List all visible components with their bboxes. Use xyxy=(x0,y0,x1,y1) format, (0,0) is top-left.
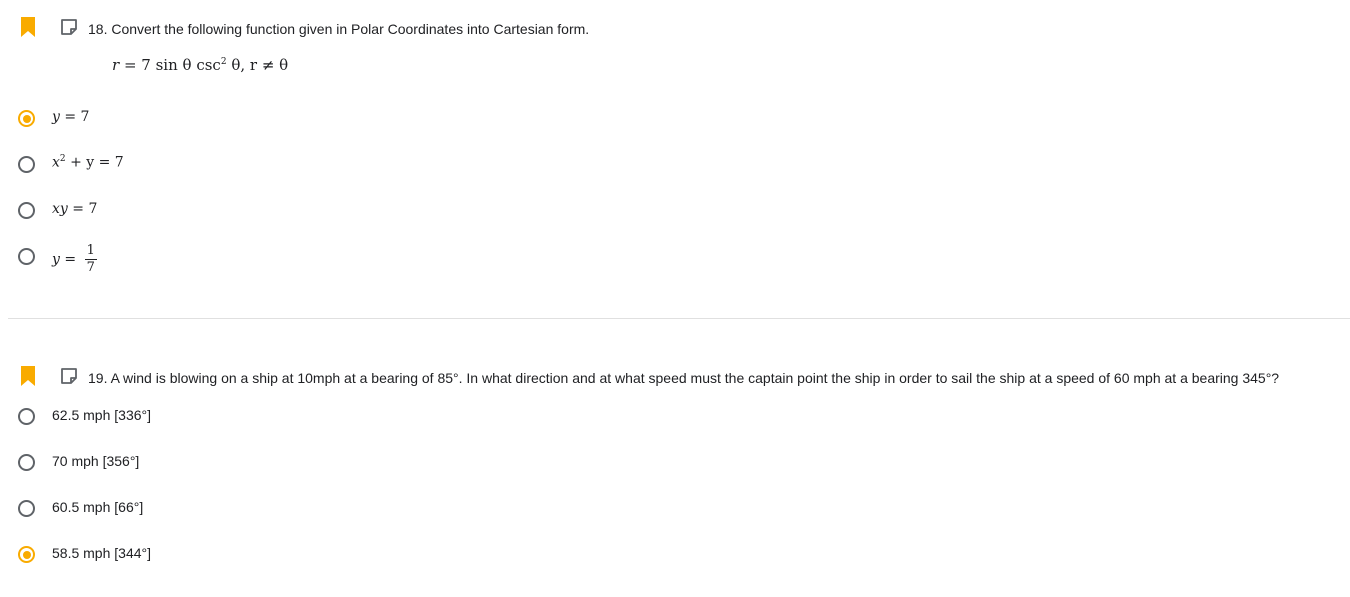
option-b[interactable]: x2 + y = 7 xyxy=(0,147,1350,181)
radio-button[interactable] xyxy=(18,500,35,517)
option-rhs: = 7 xyxy=(64,109,90,125)
radio-button[interactable] xyxy=(18,110,35,127)
radio-button[interactable] xyxy=(18,408,35,425)
fraction: 1 7 xyxy=(84,243,97,276)
option-rhs: + y = 7 xyxy=(65,154,124,171)
fraction-denominator: 7 xyxy=(86,260,95,275)
fraction-numerator: 1 xyxy=(84,243,97,260)
option-rhs: = 7 xyxy=(72,201,98,217)
option-label: 62.5 mph [336°] xyxy=(52,407,151,423)
option-rhs: = xyxy=(64,251,77,268)
question-equation: r = 7 sin θ csc2 θ, r ≠ θ xyxy=(112,56,288,74)
equation-lhs: r xyxy=(112,56,120,74)
radio-button[interactable] xyxy=(18,546,35,563)
option-label: 58.5 mph [344°] xyxy=(52,545,151,561)
option-d[interactable]: y = 1 7 xyxy=(0,239,1350,283)
radio-button[interactable] xyxy=(18,156,35,173)
option-label: y = 7 xyxy=(52,109,89,125)
question-text: 19. A wind is blowing on a ship at 10mph… xyxy=(88,370,1280,386)
question-divider xyxy=(8,318,1350,319)
option-lhs: y xyxy=(52,251,60,268)
option-label: xy = 7 xyxy=(52,201,97,217)
option-a[interactable]: y = 7 xyxy=(0,101,1350,135)
option-label: 60.5 mph [66°] xyxy=(52,499,144,515)
option-c[interactable]: xy = 7 xyxy=(0,193,1350,227)
equation-rhs-prefix: = 7 sin θ csc xyxy=(123,56,221,74)
question-text: 18. Convert the following function given… xyxy=(88,21,590,37)
option-lhs: x xyxy=(52,154,60,171)
option-d[interactable]: 58.5 mph [344°] xyxy=(0,537,1350,571)
radio-button[interactable] xyxy=(18,248,35,265)
option-lhs: y xyxy=(52,109,60,125)
note-icon[interactable] xyxy=(60,18,78,36)
radio-button[interactable] xyxy=(18,454,35,471)
equation-rhs-suffix: θ, r ≠ θ xyxy=(226,56,289,74)
bookmark-icon[interactable] xyxy=(21,366,35,386)
option-c[interactable]: 60.5 mph [66°] xyxy=(0,491,1350,525)
option-label: x2 + y = 7 xyxy=(52,154,124,171)
option-a[interactable]: 62.5 mph [336°] xyxy=(0,399,1350,433)
option-label: y = 1 7 xyxy=(52,243,97,276)
radio-button[interactable] xyxy=(18,202,35,219)
note-icon[interactable] xyxy=(60,367,78,385)
option-label: 70 mph [356°] xyxy=(52,453,140,469)
option-lhs: xy xyxy=(52,201,68,217)
option-b[interactable]: 70 mph [356°] xyxy=(0,445,1350,479)
bookmark-icon[interactable] xyxy=(21,17,35,37)
